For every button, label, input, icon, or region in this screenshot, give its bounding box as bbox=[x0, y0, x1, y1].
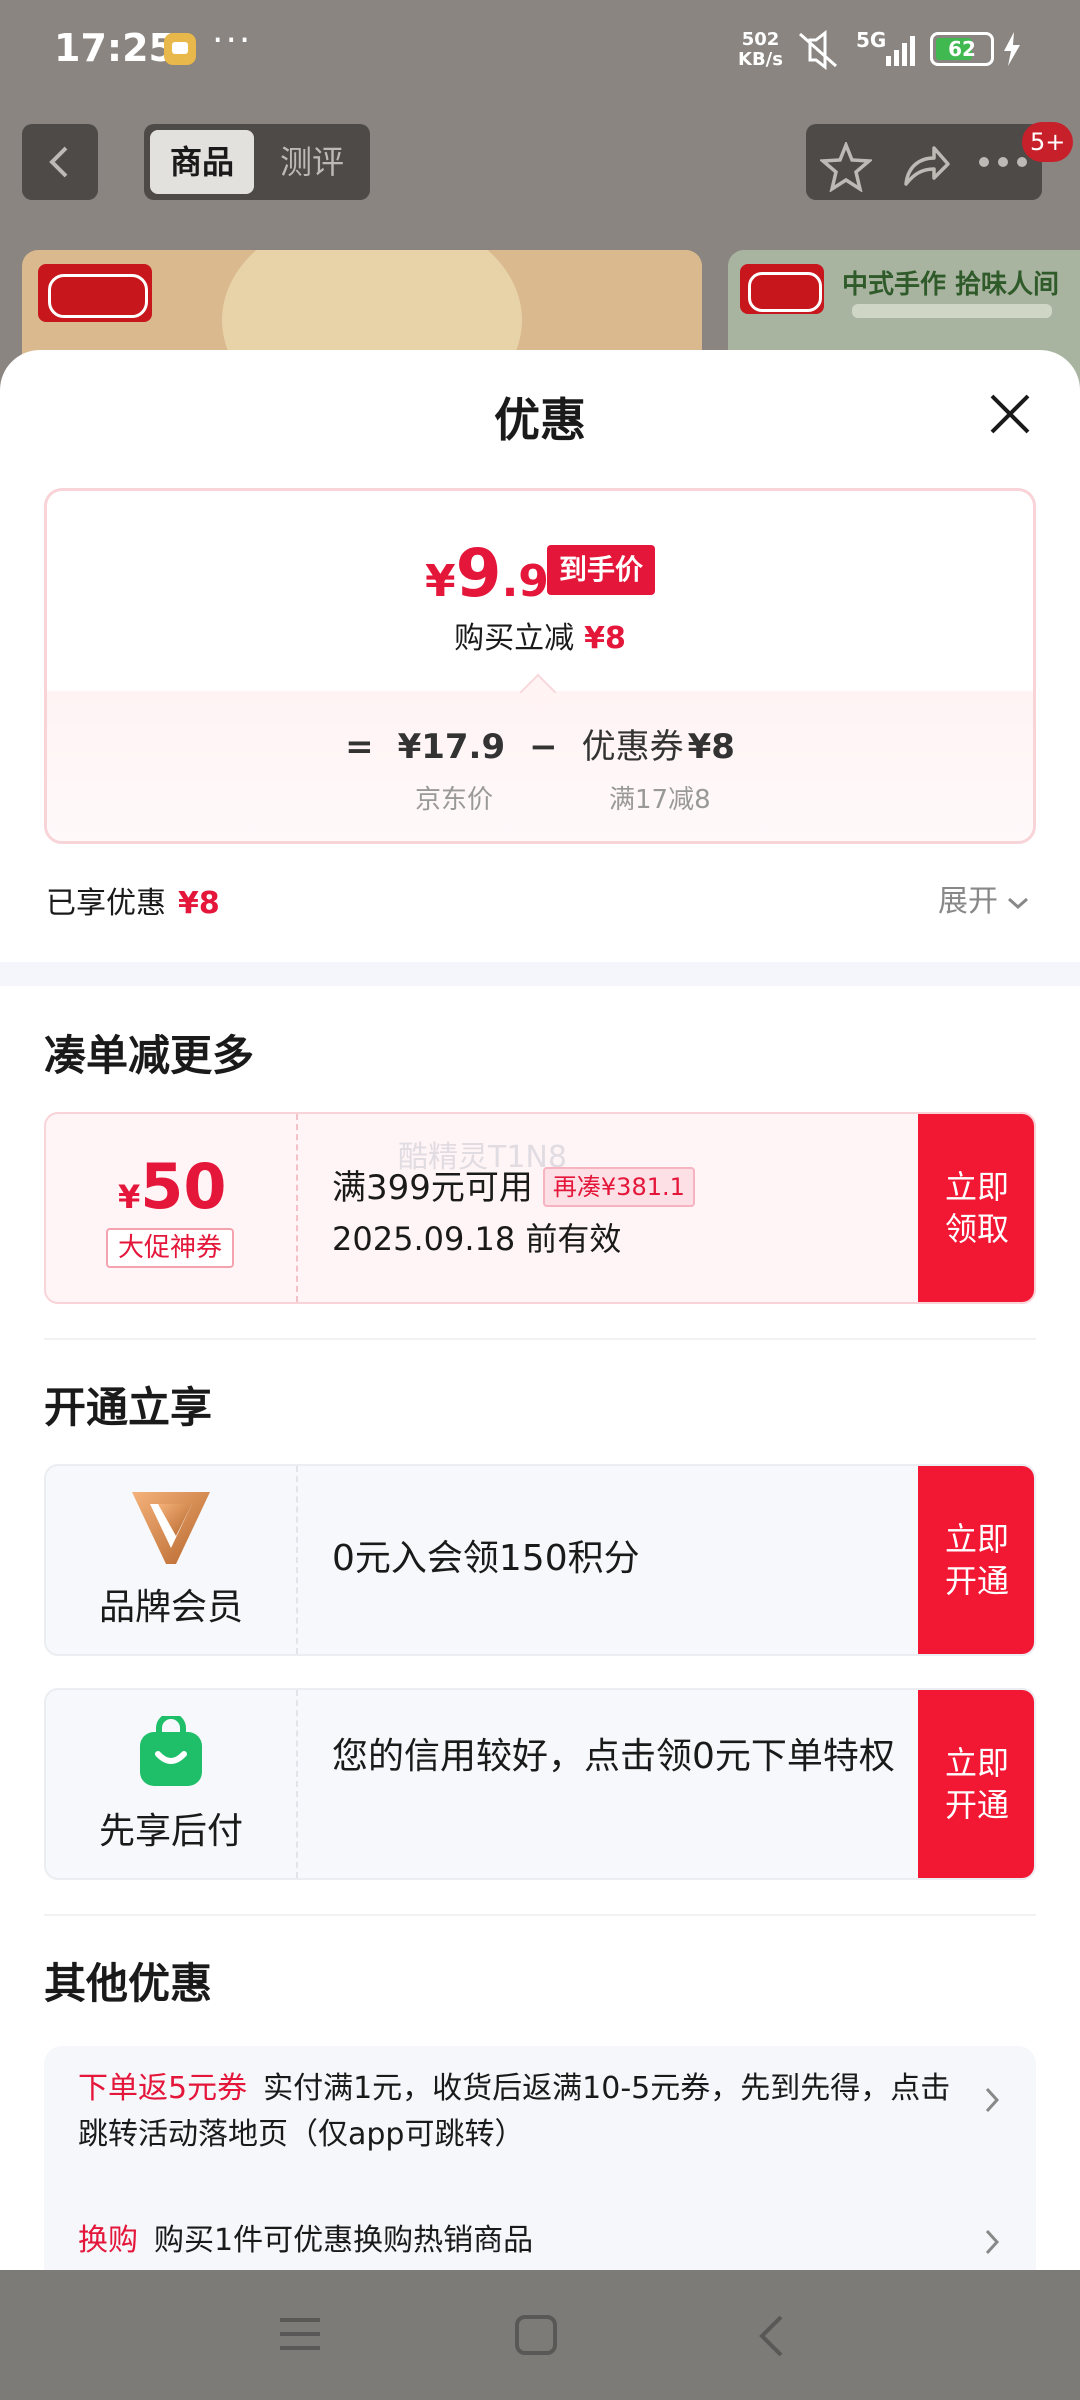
chevron-right-icon[interactable] bbox=[984, 2086, 1000, 2114]
page-tabs: 商品 测评 bbox=[144, 124, 370, 200]
mute-icon bbox=[799, 30, 837, 70]
offer-text: 购买1件可优惠换购热销商品 bbox=[154, 2223, 534, 2258]
home-icon[interactable] bbox=[514, 2314, 558, 2356]
back-button[interactable] bbox=[22, 124, 98, 200]
brand-membership-card: 品牌会员 0元入会领150积分 立即 开通 bbox=[44, 1464, 1036, 1656]
section-title-bundle: 凑单减更多 bbox=[44, 1031, 255, 1080]
perk-description: 0元入会领150积分 bbox=[332, 1538, 640, 1579]
other-offers-list: 下单返5元券 实付满1元，收货后返满10-5元券，先到先得，点击跳转活动落地页（仅… bbox=[44, 2046, 1036, 2270]
charging-icon bbox=[1004, 32, 1020, 66]
enjoyed-amount: ¥8 bbox=[178, 886, 220, 921]
app-notification-icon bbox=[164, 33, 196, 65]
coupon-condition: 满399元可用 再凑¥381.1 bbox=[332, 1160, 695, 1209]
chevron-right-icon[interactable] bbox=[984, 2228, 1000, 2256]
brand-logo bbox=[740, 264, 824, 314]
battery-icon: 62 bbox=[930, 32, 994, 66]
system-nav-bar bbox=[0, 2270, 1080, 2400]
offer-tag: 下单返5元券 bbox=[78, 2071, 248, 2106]
divider bbox=[44, 1914, 1036, 1916]
close-icon[interactable] bbox=[986, 390, 1034, 438]
coupon-value: ¥50 bbox=[118, 1150, 227, 1223]
net-speed: 502 KB/s bbox=[738, 30, 783, 70]
perk-description: 您的信用较好，点击领0元下单特权 bbox=[332, 1736, 895, 1777]
top-actions bbox=[806, 124, 1042, 200]
sheet-title: 优惠 bbox=[494, 393, 586, 447]
pay-later-bag-icon bbox=[140, 1716, 202, 1786]
menu-icon[interactable] bbox=[278, 2314, 322, 2354]
final-price: ¥9.9 bbox=[425, 535, 549, 612]
price-formula: = ¥17.9− 优惠券 ¥8 bbox=[345, 727, 735, 767]
add-more-tag: 再凑¥381.1 bbox=[542, 1167, 695, 1207]
coupon-validity: 2025.09.18 前有效 bbox=[332, 1220, 622, 1258]
star-icon[interactable] bbox=[820, 142, 872, 192]
brand-logo bbox=[38, 264, 152, 322]
jd-price: ¥17.9 bbox=[397, 727, 506, 767]
offer-tag: 换购 bbox=[78, 2223, 138, 2258]
perk-name: 先享后付 bbox=[98, 1811, 243, 1852]
more-icon[interactable] bbox=[978, 156, 1028, 168]
enable-pay-later-button[interactable]: 立即 开通 bbox=[918, 1690, 1034, 1878]
discount-sheet: 优惠 ¥9.9 到手价 购买立减 ¥8 = ¥17.9− 优惠券 ¥8 京东价 满17减… bbox=[0, 350, 1080, 2270]
tab-review[interactable]: 测评 bbox=[260, 130, 364, 194]
status-more: ··· bbox=[212, 20, 253, 61]
message-badge: 5+ bbox=[1022, 122, 1074, 162]
offer-item[interactable]: 换购 购买1件可优惠换购热销商品 bbox=[78, 2218, 958, 2264]
expand-button[interactable]: 展开 bbox=[938, 876, 1030, 920]
perk-name: 品牌会员 bbox=[98, 1587, 243, 1628]
net-speed-unit: KB/s bbox=[738, 49, 783, 70]
coupon-value-area: ¥50 大促神券 bbox=[46, 1114, 296, 1302]
promo-coupon-card: ¥50 大促神券 酷精灵T1N8 满399元可用 再凑¥381.1 2025.09… bbox=[44, 1112, 1036, 1304]
banner-text: 中式手作 拾味人间 bbox=[842, 270, 1060, 300]
section-title-other: 其他优惠 bbox=[44, 1959, 213, 2008]
tab-product[interactable]: 商品 bbox=[150, 130, 254, 194]
coupon-label: 优惠券 bbox=[581, 727, 684, 767]
divider bbox=[44, 1338, 1036, 1340]
offer-item[interactable]: 下单返5元券 实付满1元，收货后返满10-5元券，先到先得，点击跳转活动落地页（仅… bbox=[78, 2066, 958, 2158]
share-icon[interactable] bbox=[900, 142, 952, 190]
back-icon[interactable] bbox=[756, 2314, 786, 2358]
claim-coupon-button[interactable]: 立即 领取 bbox=[918, 1114, 1034, 1302]
section-title-join: 开通立享 bbox=[44, 1383, 213, 1432]
section-separator bbox=[0, 962, 1080, 986]
net-speed-value: 502 bbox=[741, 29, 780, 50]
back-icon bbox=[49, 146, 68, 178]
price-breakdown-card: ¥9.9 到手价 购买立减 ¥8 = ¥17.9− 优惠券 ¥8 京东价 满17减8 bbox=[44, 488, 1036, 844]
pay-later-card: 先享后付 您的信用较好，点击领0元下单特权 立即 开通 bbox=[44, 1688, 1036, 1880]
status-time: 17:25 bbox=[54, 26, 175, 70]
buy-reduce-line: 购买立减 ¥8 bbox=[454, 621, 626, 656]
coupon-amount: ¥8 bbox=[687, 727, 735, 767]
status-bar: 17:25 ··· 502 KB/s 5G 62 bbox=[0, 0, 1080, 100]
battery-level: 62 bbox=[948, 37, 976, 61]
final-price-tag: 到手价 bbox=[547, 545, 656, 595]
brand-vip-icon bbox=[132, 1492, 210, 1564]
coupon-rule: 满17减8 bbox=[609, 785, 711, 815]
coupon-type-tag: 大促神券 bbox=[106, 1228, 235, 1268]
enjoyed-discount: 已享优惠 ¥8 bbox=[46, 886, 220, 921]
jd-price-label: 京东价 bbox=[415, 785, 494, 815]
join-membership-button[interactable]: 立即 开通 bbox=[918, 1466, 1034, 1654]
chevron-down-icon bbox=[1008, 897, 1028, 909]
reduce-amount: ¥8 bbox=[584, 621, 626, 656]
